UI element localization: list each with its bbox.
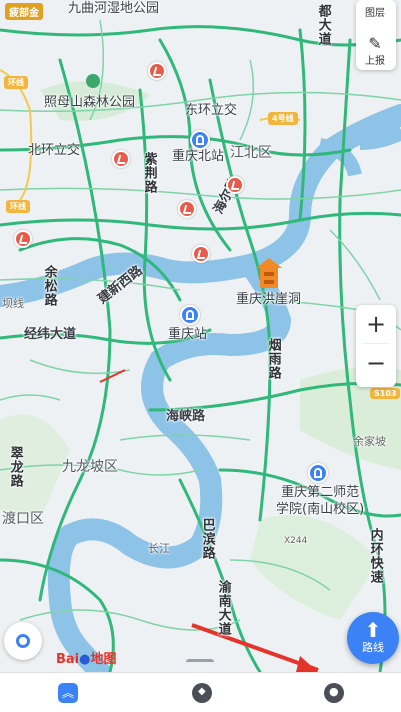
label-cq-normal-line1: 重庆第二师范 <box>281 485 360 500</box>
poi-marker-3[interactable] <box>178 200 196 218</box>
metro-station-icon-cq[interactable] <box>180 305 200 325</box>
route-button[interactable]: ⬆ 路线 <box>347 612 399 664</box>
user-icon: ● <box>329 685 339 698</box>
label-du: 都大道 <box>315 4 331 46</box>
label-jiangbei-station: 重庆北站 <box>172 149 225 164</box>
compass-icon: ◆ <box>198 686 206 697</box>
label-cq-station: 重庆站 <box>168 327 208 342</box>
label-line4: 4号线 <box>268 112 298 125</box>
label-neihuan: 内环快速 <box>367 528 383 584</box>
label-zijing: 紫荆路 <box>141 152 157 194</box>
school-icon[interactable] <box>308 463 328 483</box>
locate-button[interactable] <box>4 622 42 660</box>
label-cuilong: 翠龙路 <box>7 446 23 488</box>
label-x244: X244 <box>284 536 308 546</box>
user-button[interactable]: ● <box>324 683 344 703</box>
label-yusong: 余松路 <box>41 265 57 307</box>
poi-marker-4[interactable] <box>192 245 210 263</box>
label-ring-left-2: 环线 <box>6 200 30 213</box>
label-dukou: 渡口区 <box>2 511 44 527</box>
edit-icon: ✎ <box>368 34 382 53</box>
label-zhaomushan: 照母山森林公园 <box>44 95 136 110</box>
park-icon <box>86 74 100 88</box>
logo-paw-icon: ● <box>79 652 91 667</box>
label-bacheng: 巴滨路 <box>199 518 215 560</box>
double-chevron-up-icon: ︽ <box>61 686 74 700</box>
route-label: 路线 <box>362 641 384 654</box>
label-beihuan: 北环立交 <box>28 143 81 158</box>
label-cq-normal-line2: 学院(南山校区) <box>276 501 365 517</box>
tool-panel: 图层 ✎ 上报 <box>356 0 396 70</box>
report-label: 上报 <box>365 56 385 67</box>
label-yanyu: 烟雨路 <box>265 338 281 380</box>
label-hongya: 重庆洪崖洞 <box>236 292 302 307</box>
logo-bai: Bai <box>56 652 80 667</box>
label-ring-left: 环线 <box>4 76 28 89</box>
zoom-controls: + − <box>356 305 396 387</box>
locate-icon <box>16 634 30 648</box>
hongya-landmark-icon[interactable] <box>256 258 282 288</box>
logo-du: 地图 <box>90 652 117 667</box>
label-jiulongpo: 九龙坡区 <box>62 459 118 475</box>
expand-button[interactable]: ︽ <box>58 683 78 703</box>
label-jiangbei: 江北区 <box>230 145 272 161</box>
label-yujiapo: 余家坡 <box>353 435 386 448</box>
zoom-in-button[interactable]: + <box>356 305 396 343</box>
label-s103: S103 <box>370 388 401 399</box>
metro-station-icon-north[interactable] <box>190 130 210 150</box>
report-button[interactable]: ✎ 上报 <box>356 32 394 72</box>
label-jiuquhe: 九曲河湿地公园 <box>68 1 160 16</box>
bottom-handle[interactable] <box>186 659 214 672</box>
poi-marker-6[interactable] <box>226 176 244 194</box>
layers-label: 图层 <box>365 8 385 19</box>
compass-button[interactable]: ◆ <box>192 683 212 703</box>
label-haixia: 海峡路 <box>166 409 206 424</box>
label-yunan: 渝南大道 <box>215 580 231 636</box>
poi-marker-2[interactable] <box>112 150 130 168</box>
label-cq-normal: 重庆第二师范 学院(南山校区) <box>276 485 364 519</box>
top-badge: 疲部金 <box>5 3 43 20</box>
baidu-logo: Bai●地图 <box>56 648 117 667</box>
poi-marker-1[interactable] <box>148 62 166 80</box>
poi-marker-5[interactable] <box>14 230 32 248</box>
zoom-out-button[interactable]: − <box>356 344 396 382</box>
label-changjiang: 长江 <box>148 542 170 555</box>
bottom-bar: ︽ ◆ ● <box>0 659 401 712</box>
layers-button[interactable]: 图层 <box>356 0 394 32</box>
label-jingwei: 经纬大道 <box>24 327 77 342</box>
label-dongchuan: 东环立交 <box>185 103 238 118</box>
route-arrow-icon: ⬆ <box>364 618 382 642</box>
label-baxian: 坝线 <box>2 297 24 310</box>
